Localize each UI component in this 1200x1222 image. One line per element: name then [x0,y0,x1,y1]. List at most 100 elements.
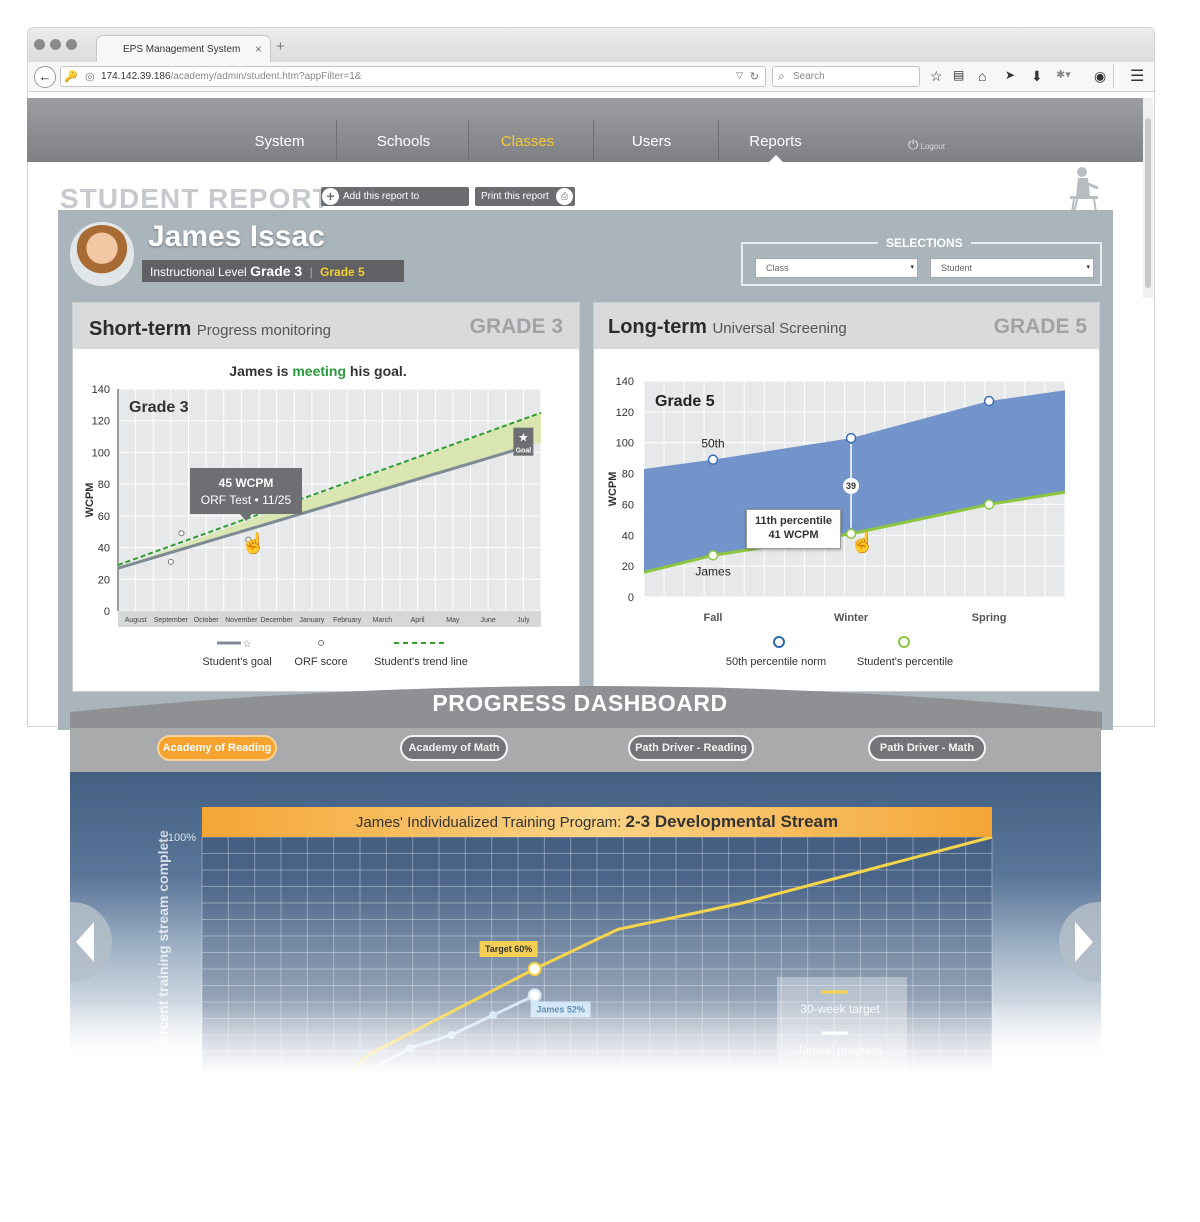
url-text: 174.142.39.186/academy/admin/student.htm… [101,71,362,82]
add-to-dashboard-button[interactable]: + Add this report to dashboard [321,187,469,221]
student-point [983,499,995,510]
legend-norm-swatch [773,636,785,648]
back-arrow-icon[interactable]: ← [34,66,56,88]
x-tick-label: October [194,617,220,624]
long-term-header: Long-term Universal Screening GRADE 5 [594,303,1099,349]
short-term-title-text: Short-term [89,318,192,340]
key-icon: 🔑 [64,71,78,83]
callout-percentile: 11th percentile [754,515,833,527]
url-bar[interactable]: 🔑 ◎ 174.142.39.186/academy/admin/student… [60,66,766,87]
search-input[interactable]: Search [793,71,825,82]
gap-value: 39 [846,481,856,491]
print-report-button[interactable]: Print this report ⎙ [475,187,575,206]
x-tick-label: June [481,617,496,624]
tooltip-value: 45 WCPM [218,476,274,490]
x-tick-label: January [299,617,324,624]
window-close-dot[interactable] [34,39,45,50]
nav-separator [593,120,594,162]
plus-circle-icon: + [322,188,339,205]
y-tick-label: 20 [622,561,634,573]
avatar [70,222,134,286]
x-tick-label: August [125,617,147,624]
app-nav [27,98,1143,162]
instructional-level-label: Instructional Level [150,265,247,279]
dropdown-icon[interactable]: ▽ [736,70,743,81]
home-icon[interactable]: ⌂ [978,68,986,84]
reload-icon[interactable]: ↻ [750,70,759,83]
y-tick-label: 80 [622,469,634,481]
y-tick-label: 0 [628,592,634,604]
star-icon: ☆ [243,639,252,650]
long-term-grade: GRADE 5 [993,315,1087,338]
y-axis-label: WCPM [607,472,619,507]
legend-label: Student's goal [202,656,271,668]
send-icon[interactable]: ➤ [1005,68,1015,82]
x-tick-label: April [411,617,425,624]
window-minimize-dot[interactable] [50,39,61,50]
hand-pointer-icon: ☝ [850,532,875,554]
y-tick-label: 60 [98,511,110,523]
tab-academy-of-reading[interactable]: Academy of Reading [157,735,277,761]
nav-classes[interactable]: Classes [480,133,575,163]
printer-icon: ⎙ [556,188,573,205]
search-icon: ⌕ [778,69,785,83]
short-term-chart: 0 20 40 60 80 100 120 140 WCPM August September Oct… [84,384,542,668]
y-tick-label: 100% [168,832,196,844]
program-prefix: James' Individualized Training Program: [355,814,622,831]
active-nav-pointer [769,155,783,162]
y-tick-label: 40 [622,530,634,542]
class-select[interactable]: Class ▾ [755,258,918,278]
tab-close-icon[interactable]: × [255,42,262,56]
callout-wcpm: 41 WCPM [768,529,819,541]
chart-title: Grade 3 [129,399,189,416]
norm-point [707,454,719,465]
class-select-value: Class [766,263,789,273]
program-header: James' Individualized Training Program: … [202,807,992,837]
goal-badge-label: Goal [516,448,532,455]
nav-schools[interactable]: Schools [356,133,451,163]
norm-point [845,432,857,444]
tab-academy-of-math[interactable]: Academy of Math [400,735,508,761]
x-tick-label: Spring [972,612,1007,624]
y-tick-label: 100 [616,438,634,450]
menu-icon[interactable]: ☰ [1130,66,1144,86]
extension-icon[interactable]: ✱▾ [1056,68,1071,81]
legend-label: ORF score [294,656,347,668]
logout-button[interactable]: ⏻ Logout [908,137,945,153]
tab-path-driver-math[interactable]: Path Driver - Math [868,735,986,761]
chat-icon[interactable]: ◉ [1094,68,1106,85]
target-marker [527,962,542,976]
download-icon[interactable]: ⬇ [1031,68,1043,85]
tooltip-detail: ORF Test • 11/25 [200,493,292,507]
x-tick-label: September [154,617,189,624]
scrollbar-thumb[interactable] [1145,118,1151,288]
nav-system[interactable]: System [232,133,327,163]
student-reading-icon [1070,167,1099,213]
bookmark-list-icon[interactable]: ▤ [953,68,964,82]
x-tick-label: Winter [834,612,869,624]
tab-path-driver-reading[interactable]: Path Driver - Reading [628,735,754,761]
chevron-right-icon [1075,922,1093,962]
nav-users[interactable]: Users [604,133,699,163]
long-term-chart: 0 20 40 60 80 100 120 140 WCPM 39 Grade 5 50th James… [607,376,1066,668]
power-icon: ⏻ [908,137,919,152]
search-bar[interactable]: ⌕ Search [772,66,920,87]
tab-title: EPS Management System [123,44,241,55]
star-icon[interactable]: ☆ [930,68,943,85]
new-tab-button[interactable]: + [276,38,285,55]
legend-label: Student's trend line [374,656,468,668]
student-select[interactable]: Student ▾ [930,258,1094,278]
nav-separator [718,120,719,162]
selections-label: SELECTIONS [878,236,971,250]
chart-title: Grade 5 [655,393,715,410]
window-zoom-dot[interactable] [66,39,77,50]
scrollbar-track[interactable] [1143,98,1153,298]
y-tick-label: 0 [104,606,110,618]
browser-tab[interactable]: EPS Management System × [96,35,271,63]
x-tick-label: July [517,617,530,624]
print-report-label: Print this report [481,191,549,202]
chevron-left-icon [76,922,94,962]
tooltip-pointer [240,514,252,521]
orf-tooltip: 45 WCPM ORF Test • 11/25 [190,468,302,514]
current-grade: Grade 5 [320,265,365,279]
